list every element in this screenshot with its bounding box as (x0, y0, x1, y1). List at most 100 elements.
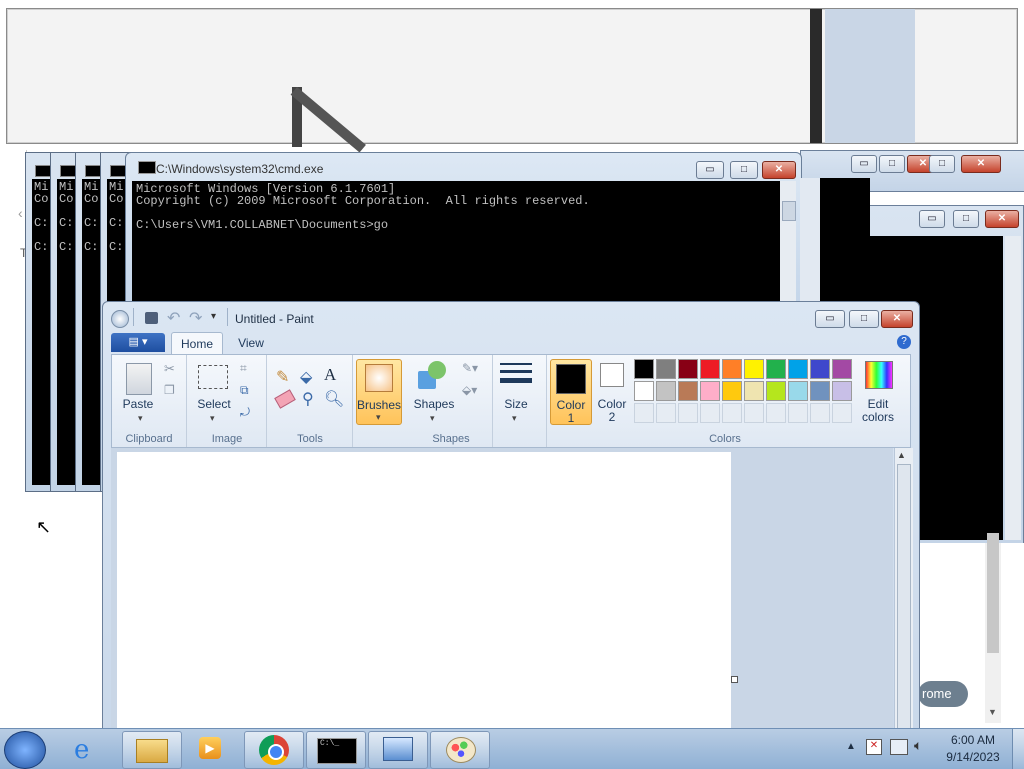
undo-icon[interactable]: ↶ (167, 308, 180, 328)
rotate-icon[interactable]: ⤾ (240, 405, 250, 420)
shapes-icon[interactable] (418, 361, 446, 389)
customize-quick-access-icon[interactable]: ▾ (211, 311, 216, 322)
internet-explorer-icon[interactable]: e (60, 731, 118, 767)
custom-color-slot[interactable] (788, 403, 808, 423)
help-icon[interactable]: ? (897, 335, 911, 349)
brushes-button[interactable]: Brushes ▾ (356, 359, 402, 425)
dropdown-arrow-icon[interactable]: ▾ (210, 413, 215, 424)
maximize-button[interactable]: □ (929, 155, 955, 173)
close-button[interactable]: ✕ (762, 161, 796, 179)
size-button[interactable]: Size (494, 397, 538, 411)
paint-window[interactable]: ↶ ↷ ▾ Untitled - Paint ▭ □ ✕ ▤ ▾ Home Vi… (102, 301, 920, 752)
save-icon[interactable] (145, 312, 158, 324)
show-hidden-icons[interactable]: ▲ (846, 741, 856, 752)
palette-swatch[interactable] (656, 359, 676, 379)
maximize-button[interactable]: □ (730, 161, 758, 179)
start-button[interactable] (4, 731, 46, 769)
custom-color-slot[interactable] (832, 403, 852, 423)
minimize-button[interactable]: ▭ (851, 155, 877, 173)
action-center-icon[interactable]: ✕ (866, 739, 882, 755)
custom-color-slot[interactable] (634, 403, 654, 423)
palette-swatch[interactable] (678, 359, 698, 379)
maximize-button[interactable]: □ (879, 155, 905, 173)
fill-shape-icon[interactable]: ⬙▾ (462, 383, 477, 397)
close-button[interactable]: ✕ (985, 210, 1019, 228)
palette-swatch[interactable] (810, 381, 830, 401)
shapes-button[interactable]: Shapes (410, 397, 458, 411)
volume-icon[interactable]: 🔈︎ (914, 737, 922, 754)
dropdown-arrow-icon[interactable]: ▾ (430, 413, 435, 424)
title-bar[interactable]: ↶ ↷ ▾ Untitled - Paint ▭ □ ✕ (103, 302, 919, 332)
close-button[interactable]: ✕ (961, 155, 1001, 173)
copy-icon[interactable]: ❐ (164, 383, 175, 397)
clock-time[interactable]: 6:00 AM (940, 733, 1006, 747)
palette-swatch[interactable] (788, 359, 808, 379)
custom-color-slot[interactable] (744, 403, 764, 423)
palette-swatch[interactable] (744, 381, 764, 401)
scroll-down-icon[interactable]: ▼ (988, 707, 997, 717)
crop-icon[interactable]: ⌗ (240, 361, 247, 376)
cmd-console[interactable]: Microsoft Windows [Version 6.1.7601] Copy… (132, 181, 786, 307)
select-icon[interactable] (198, 365, 228, 389)
scrollbar-thumb[interactable] (782, 201, 796, 221)
show-desktop-button[interactable] (1012, 729, 1024, 769)
pencil-icon[interactable]: ✎ (276, 367, 289, 387)
paint-taskbar-icon[interactable] (430, 731, 490, 769)
palette-swatch[interactable] (788, 381, 808, 401)
color1-button[interactable]: Color 1 (550, 359, 592, 425)
scrollbar[interactable] (780, 181, 796, 303)
drawing-canvas[interactable] (117, 452, 731, 752)
palette-swatch[interactable] (700, 381, 720, 401)
dropdown-arrow-icon[interactable]: ▾ (512, 413, 517, 424)
clock-date[interactable]: 9/14/2023 (940, 750, 1006, 764)
tab-home[interactable]: Home (171, 332, 223, 355)
scrollbar[interactable] (1005, 236, 1021, 540)
palette-swatch[interactable] (678, 381, 698, 401)
scrollbar[interactable]: ▲ (894, 448, 913, 742)
cmd-window-partial[interactable] (800, 178, 870, 303)
edit-colors-button[interactable]: Edit colors (860, 359, 896, 424)
scrollbar-thumb[interactable] (987, 533, 999, 653)
custom-color-slot[interactable] (810, 403, 830, 423)
palette-swatch[interactable] (810, 359, 830, 379)
palette-swatch[interactable] (700, 359, 720, 379)
minimize-button[interactable]: ▭ (815, 310, 845, 328)
paint-app-icon[interactable] (111, 310, 129, 328)
remote-desktop-icon[interactable] (368, 731, 428, 769)
palette-swatch[interactable] (832, 381, 852, 401)
color2-button[interactable]: Color 2 (592, 359, 632, 424)
eraser-icon[interactable] (274, 389, 296, 409)
dropdown-arrow-icon[interactable]: ▾ (138, 413, 143, 424)
fill-icon[interactable]: ⬙ (300, 367, 312, 387)
outline-icon[interactable]: ✎▾ (462, 361, 478, 375)
paste-button[interactable]: Paste (118, 397, 158, 411)
custom-color-slot[interactable] (766, 403, 786, 423)
custom-color-slot[interactable] (722, 403, 742, 423)
select-button[interactable]: Select (192, 397, 236, 411)
magnifier-icon[interactable]: 🔍︎ (324, 389, 344, 409)
custom-color-slot[interactable] (678, 403, 698, 423)
palette-swatch[interactable] (832, 359, 852, 379)
palette-swatch[interactable] (722, 381, 742, 401)
tab-view[interactable]: View (229, 332, 273, 354)
redo-icon[interactable]: ↷ (189, 308, 202, 328)
scrollbar[interactable]: ▼ (985, 533, 1001, 723)
chrome-button-fragment[interactable]: rome (918, 681, 968, 707)
scroll-up-icon[interactable]: ▲ (897, 450, 906, 460)
palette-swatch[interactable] (722, 359, 742, 379)
minimize-button[interactable]: ▭ (696, 161, 724, 179)
palette-swatch[interactable] (656, 381, 676, 401)
chrome-icon[interactable] (244, 731, 304, 769)
paste-icon[interactable] (126, 363, 152, 395)
cmd-taskbar-icon[interactable]: C:\_ (306, 731, 366, 769)
custom-color-slot[interactable] (700, 403, 720, 423)
cut-icon[interactable]: ✂ (164, 361, 175, 377)
custom-color-slot[interactable] (656, 403, 676, 423)
text-icon[interactable]: A (324, 365, 336, 385)
file-explorer-icon[interactable] (122, 731, 182, 769)
media-player-icon[interactable]: ▶ (182, 731, 240, 767)
palette-swatch[interactable] (634, 381, 654, 401)
palette-swatch[interactable] (744, 359, 764, 379)
palette-swatch[interactable] (766, 381, 786, 401)
paint-menu-button[interactable]: ▤ ▾ (111, 333, 165, 352)
